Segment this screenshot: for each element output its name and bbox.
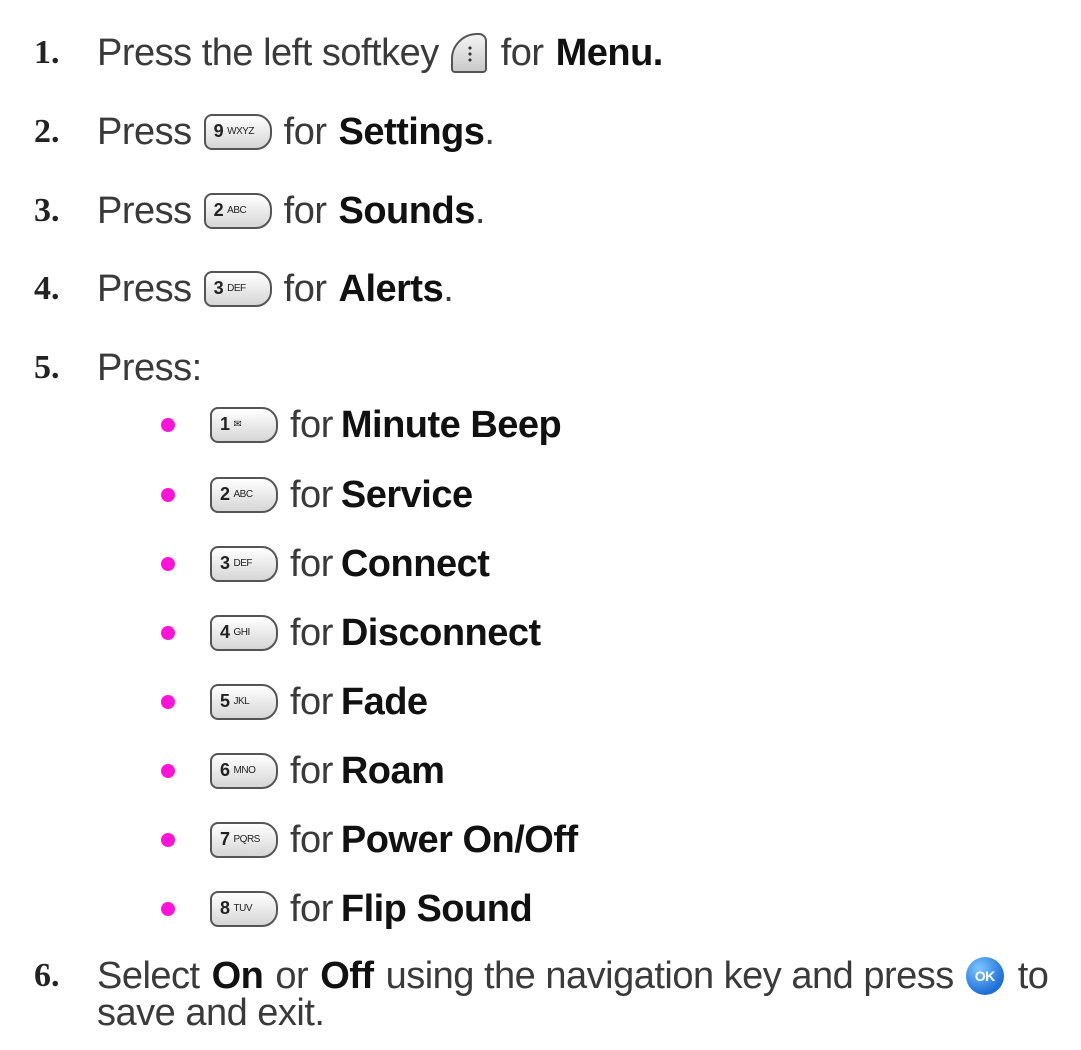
5-jkl-key-icon: 5 JKL [210, 684, 278, 720]
ok-key-icon: OK [965, 957, 1004, 995]
step-text: Press 2 ABC for Sounds. [97, 189, 485, 232]
3-def-key-icon: 3 DEF [210, 546, 278, 582]
step-1: 1. Press the left softkey for Menu. [0, 23, 1081, 83]
list-item: 7 PQRS for Power On/Off [0, 810, 1081, 870]
bullet-icon [161, 902, 175, 916]
8-tuv-key-icon: 8 TUV [210, 891, 278, 927]
bullet-icon [161, 488, 175, 502]
list-item: 6 MNO for Roam [0, 741, 1081, 801]
list-item: 2 ABC for Service [0, 465, 1081, 525]
2-abc-key-icon: 2 ABC [210, 477, 278, 513]
list-item: 4 GHI for Disconnect [0, 603, 1081, 663]
step-5: 5. Press: [0, 338, 1081, 398]
list-item: 5 JKL for Fade [0, 672, 1081, 732]
step-text: Press 9 WXYZ for Settings. [97, 110, 495, 153]
step-text: Press 3 DEF for Alerts. [97, 267, 454, 310]
bullet-icon [161, 833, 175, 847]
bullet-icon [161, 418, 175, 432]
bullet-icon [161, 626, 175, 640]
step-2: 2. Press 9 WXYZ for Settings. [0, 102, 1081, 162]
bullet-icon [161, 557, 175, 571]
bullet-icon [161, 764, 175, 778]
instructions-page: 1. Press the left softkey for Menu. 2. P… [0, 0, 1081, 1050]
step-4: 4. Press 3 DEF for Alerts. [0, 259, 1081, 319]
list-item: 3 DEF for Connect [0, 534, 1081, 594]
step-number: 4. [34, 270, 60, 307]
step-text: Press the left softkey for Menu. [97, 31, 663, 74]
step-number: 3. [34, 192, 60, 229]
step-3: 3. Press 2 ABC for Sounds. [0, 181, 1081, 241]
step-number: 6. [34, 957, 60, 994]
step-number: 5. [34, 349, 60, 386]
6-mno-key-icon: 6 MNO [210, 753, 278, 789]
4-ghi-key-icon: 4 GHI [210, 615, 278, 651]
step-text: Press: [97, 346, 202, 389]
9-wxyz-key-icon: 9 WXYZ [203, 114, 272, 150]
list-item: 8 TUV for Flip Sound [0, 879, 1081, 939]
step-number: 1. [34, 34, 60, 71]
step-6-continuation: save and exit. [97, 992, 325, 1034]
1-voicemail-key-icon: 1 ✉ [210, 407, 278, 443]
step-number: 2. [34, 113, 60, 150]
left-softkey-icon [450, 33, 487, 73]
list-item: 1 ✉ for Minute Beep [0, 395, 1081, 455]
bullet-icon [161, 695, 175, 709]
7-pqrs-key-icon: 7 PQRS [210, 822, 278, 858]
3-def-key-icon: 3 DEF [203, 271, 272, 307]
2-abc-key-icon: 2 ABC [203, 193, 272, 229]
